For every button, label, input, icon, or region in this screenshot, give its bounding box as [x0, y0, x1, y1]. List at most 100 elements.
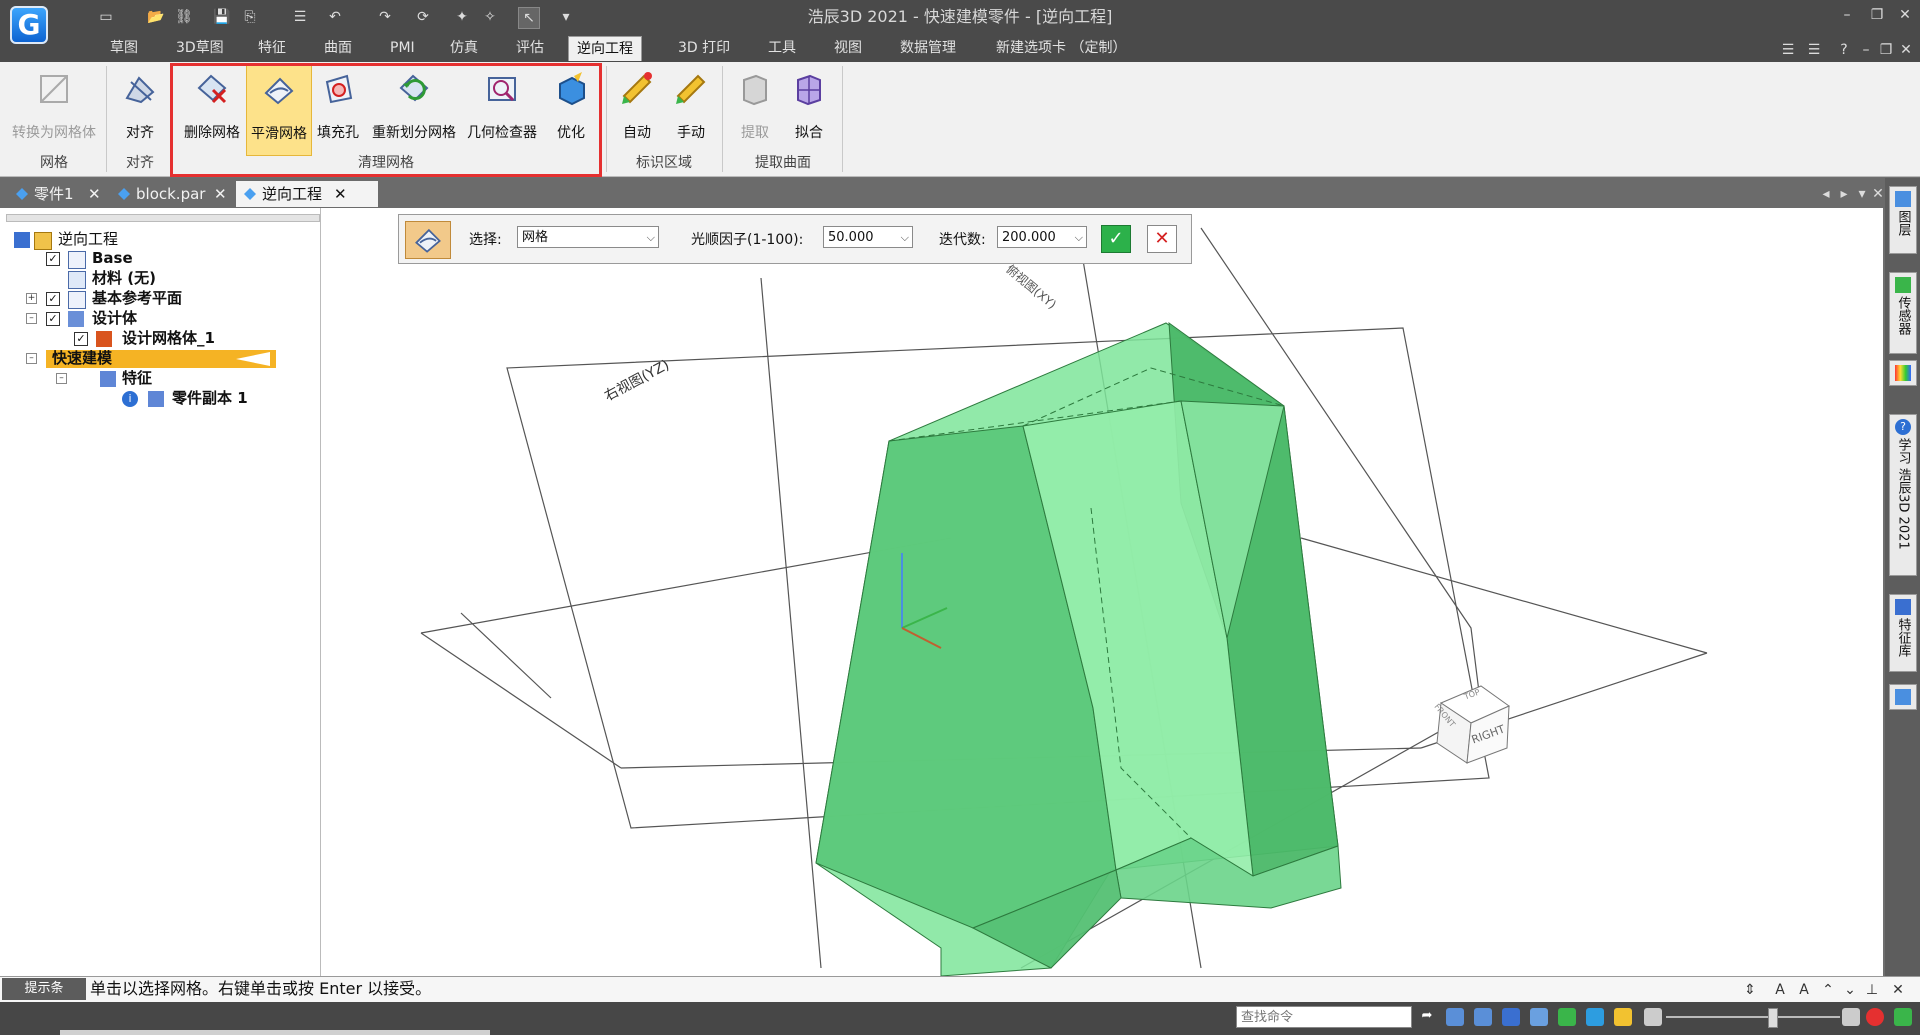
tree-node-material[interactable]: 材料 (无) — [92, 269, 156, 288]
tab-simulation[interactable]: 仿真 — [442, 36, 486, 60]
dock-sensors[interactable]: 传感器 — [1889, 272, 1917, 354]
mesh-body — [815, 321, 1342, 976]
help-icon[interactable]: ? — [1834, 40, 1854, 60]
restore-icon[interactable]: ❐ — [1864, 4, 1890, 26]
manual-identify-button[interactable]: 手动 — [666, 64, 716, 154]
ribbon-options-icon[interactable]: ☰ — [1778, 40, 1798, 60]
auto-identify-button[interactable]: 自动 — [612, 64, 662, 154]
align-button[interactable]: 对齐 — [112, 64, 168, 154]
tab-evaluate[interactable]: 评估 — [508, 36, 552, 60]
collapse-toggle[interactable]: – — [26, 313, 37, 324]
fit-view-icon[interactable] — [1502, 1008, 1520, 1026]
checkbox-design-body[interactable]: ✓ — [46, 312, 60, 326]
dock-assembly[interactable] — [1889, 684, 1917, 710]
tree-node-design-body[interactable]: 设计体 — [92, 309, 137, 328]
tab-3d-sketch[interactable]: 3D草图 — [168, 36, 232, 60]
zoom-area-icon[interactable] — [1446, 1008, 1464, 1026]
close-tab-icon[interactable]: ✕ — [334, 181, 347, 207]
cancel-x-icon[interactable]: ✕ — [1147, 225, 1177, 253]
tab-feature[interactable]: 特征 — [250, 36, 294, 60]
zoom-icon[interactable] — [1474, 1008, 1492, 1026]
tab-scroll-right-icon[interactable]: ▸ — [1834, 184, 1854, 204]
window-title: 浩辰3D 2021 - 快速建模零件 - [逆向工程] — [807, 7, 1113, 26]
dock-feature-library[interactable]: 特征库 — [1889, 594, 1917, 672]
tab-pmi[interactable]: PMI — [382, 36, 423, 60]
tree-node-quick-modeling[interactable]: 快速建模 — [52, 349, 112, 368]
arrow-icon[interactable]: ➦ — [1418, 1008, 1436, 1026]
accept-check-icon[interactable]: ✓ — [1101, 225, 1131, 253]
smooth-factor-input[interactable]: 50.000 ⌵ — [823, 226, 913, 248]
tab-surface[interactable]: 曲面 — [316, 36, 360, 60]
expand-up-icon[interactable]: ⌃ — [1818, 980, 1838, 1000]
shading-icon[interactable] — [1614, 1008, 1632, 1026]
command-search-input[interactable]: 查找命令 — [1236, 1006, 1412, 1028]
pan-icon[interactable] — [1530, 1008, 1548, 1026]
view-orient-icon[interactable] — [1586, 1008, 1604, 1026]
collapse-down-icon[interactable]: ⌄ — [1840, 980, 1860, 1000]
app-logo[interactable]: G — [10, 6, 48, 44]
expand-toggle[interactable]: + — [26, 293, 37, 304]
ribbon-options2-icon[interactable]: ☰ — [1804, 40, 1824, 60]
zoom-slider-thumb[interactable] — [1768, 1008, 1778, 1028]
collapse-toggle[interactable]: – — [56, 373, 67, 384]
group-separator — [842, 66, 843, 172]
smooth-mesh-step-icon[interactable] — [405, 221, 451, 259]
select-dropdown[interactable]: 网格 ⌵ — [517, 226, 659, 248]
tab-reverse-engineering[interactable]: 逆向工程 — [568, 36, 642, 61]
checkbox-ref-planes[interactable]: ✓ — [46, 292, 60, 306]
dock-color[interactable] — [1889, 360, 1917, 386]
extract-button[interactable]: 提取 — [730, 64, 780, 154]
prompt-close-icon[interactable]: ✕ — [1888, 980, 1908, 1000]
tree-node-base[interactable]: Base — [92, 249, 133, 268]
zoom-in-icon[interactable] — [1842, 1008, 1860, 1026]
tree-splitter[interactable] — [6, 214, 320, 222]
tab-sketch[interactable]: 草图 — [102, 36, 146, 60]
rotate-icon[interactable] — [1558, 1008, 1576, 1026]
chevron-down-icon: ⌵ — [900, 231, 909, 244]
close-tab-icon[interactable]: ✕ — [214, 181, 227, 207]
color-palette-icon — [1895, 365, 1911, 381]
minimize-icon[interactable]: – — [1834, 4, 1860, 26]
doc-minimize-icon[interactable]: – — [1856, 40, 1876, 60]
dock-layers[interactable]: 图层 — [1889, 186, 1917, 254]
close-icon[interactable]: ✕ — [1892, 4, 1918, 26]
doc-tab-reverse-engineering[interactable]: 逆向工程 ✕ — [236, 181, 378, 207]
tab-3d-print[interactable]: 3D 打印 — [670, 36, 738, 60]
fit-button[interactable]: 拟合 — [784, 64, 834, 154]
tree-node-design-mesh[interactable]: 设计网格体_1 — [122, 329, 215, 348]
tab-view[interactable]: 视图 — [826, 36, 870, 60]
group-separator — [106, 66, 107, 172]
tree-node-reverse-engineering[interactable]: 逆向工程 — [58, 230, 118, 249]
upload-icon[interactable] — [1894, 1008, 1912, 1026]
checkbox-design-mesh[interactable]: ✓ — [74, 332, 88, 346]
prompt-scroll-icon[interactable]: ⇕ — [1740, 980, 1760, 1000]
smooth-factor-value: 50.000 — [828, 230, 874, 245]
pin-icon[interactable]: ⊥ — [1862, 980, 1882, 1000]
convert-to-mesh-button[interactable]: 转换为网格体 — [6, 64, 102, 154]
font-size-icon[interactable]: A — [1770, 980, 1790, 1000]
checkbox-base[interactable]: ✓ — [46, 252, 60, 266]
collapse-toggle[interactable]: – — [26, 353, 37, 364]
manual-identify-icon — [676, 74, 706, 104]
3d-viewport[interactable]: 右视图(YZ) 俯视图(XY) RIGHT FRONT TOP — [321, 208, 1883, 976]
close-tab-icon[interactable]: ✕ — [88, 181, 101, 207]
tab-data-management[interactable]: 数据管理 — [892, 36, 964, 60]
dock-feature-library-label: 特征库 — [1895, 618, 1911, 657]
zoom-slider[interactable] — [1666, 1016, 1840, 1018]
dock-learn[interactable]: ? 学习 浩辰3D 2021 — [1889, 414, 1917, 576]
tree-node-part-copy[interactable]: 零件副本 1 — [172, 389, 248, 408]
dock-layers-label: 图层 — [1895, 210, 1911, 236]
sensor-icon — [1895, 277, 1911, 293]
iterations-input[interactable]: 200.000 ⌵ — [997, 226, 1087, 248]
tab-scroll-left-icon[interactable]: ◂ — [1816, 184, 1836, 204]
doc-close-icon[interactable]: ✕ — [1896, 40, 1916, 60]
tab-tools[interactable]: 工具 — [760, 36, 804, 60]
zoom-out-icon[interactable] — [1644, 1008, 1662, 1026]
font-size-small-icon[interactable]: A — [1794, 980, 1814, 1000]
auto-identify-label: 自动 — [623, 125, 651, 141]
tab-new-custom[interactable]: 新建选项卡 （定制） — [988, 36, 1134, 60]
tree-node-features[interactable]: 特征 — [122, 369, 152, 388]
doc-restore-icon[interactable]: ❐ — [1876, 40, 1896, 60]
record-icon[interactable] — [1866, 1008, 1884, 1026]
tree-node-base-ref-planes[interactable]: 基本参考平面 — [92, 289, 182, 308]
